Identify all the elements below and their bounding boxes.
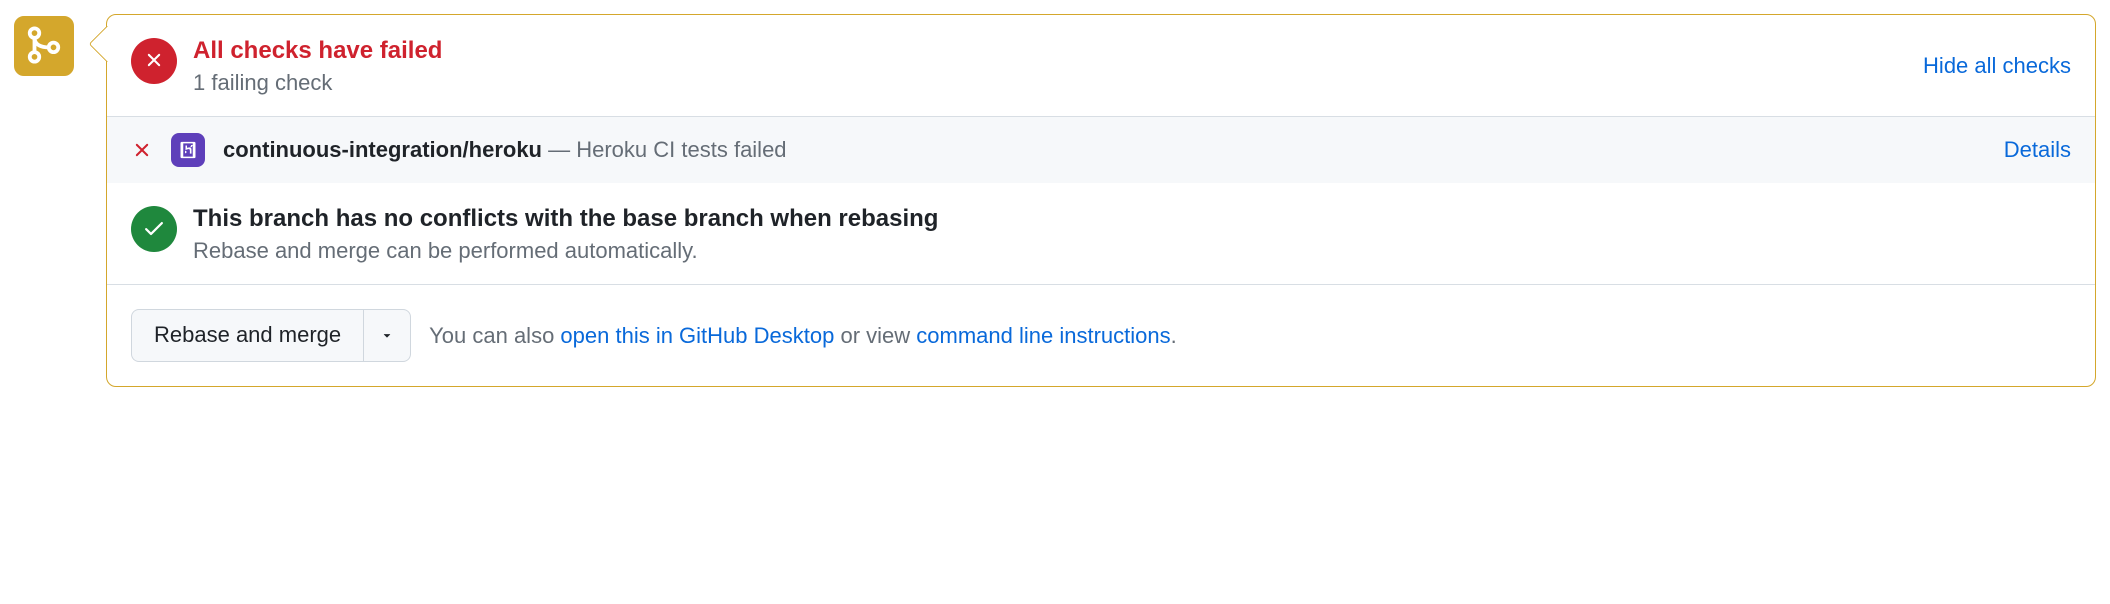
merge-help-text: You can also open this in GitHub Desktop… bbox=[429, 323, 1177, 349]
status-fail-badge bbox=[131, 38, 177, 84]
checks-summary-section: All checks have failed 1 failing check H… bbox=[107, 15, 2095, 116]
conflicts-section: This branch has no conflicts with the ba… bbox=[107, 183, 2095, 284]
check-details-link[interactable]: Details bbox=[2004, 137, 2071, 163]
merge-action-section: Rebase and merge You can also open this … bbox=[107, 284, 2095, 385]
check-row: continuous-integration/heroku — Heroku C… bbox=[107, 116, 2095, 183]
checks-summary-body: All checks have failed 1 failing check bbox=[193, 35, 1907, 96]
merge-help-suffix: . bbox=[1171, 323, 1177, 348]
rebase-and-merge-button[interactable]: Rebase and merge bbox=[131, 309, 363, 361]
conflicts-subtitle: Rebase and merge can be performed automa… bbox=[193, 238, 2071, 264]
triangle-down-icon bbox=[380, 322, 394, 348]
check-description: Heroku CI tests failed bbox=[576, 137, 786, 162]
check-separator: — bbox=[542, 137, 576, 162]
open-github-desktop-link[interactable]: open this in GitHub Desktop bbox=[560, 323, 834, 348]
merge-status-panel: All checks have failed 1 failing check H… bbox=[106, 14, 2096, 387]
x-icon bbox=[143, 49, 165, 74]
status-success-badge bbox=[131, 206, 177, 252]
merge-method-dropdown-button[interactable] bbox=[363, 309, 411, 361]
checks-summary-subtitle: 1 failing check bbox=[193, 70, 1907, 96]
conflicts-title: This branch has no conflicts with the ba… bbox=[193, 203, 2071, 234]
conflicts-body: This branch has no conflicts with the ba… bbox=[193, 203, 2071, 264]
command-line-instructions-link[interactable]: command line instructions bbox=[916, 323, 1170, 348]
check-text: continuous-integration/heroku — Heroku C… bbox=[223, 137, 1986, 163]
check-icon bbox=[142, 216, 166, 243]
hide-checks-link[interactable]: Hide all checks bbox=[1923, 53, 2071, 78]
checks-summary-title: All checks have failed bbox=[193, 35, 1907, 66]
merge-help-middle: or view bbox=[834, 323, 916, 348]
merge-status-container: All checks have failed 1 failing check H… bbox=[14, 14, 2096, 387]
heroku-icon bbox=[171, 133, 205, 167]
merge-button-group: Rebase and merge bbox=[131, 309, 411, 361]
x-icon bbox=[131, 139, 153, 161]
git-merge-icon bbox=[25, 26, 63, 67]
check-name: continuous-integration/heroku bbox=[223, 137, 542, 162]
timeline-merge-badge bbox=[14, 16, 74, 76]
merge-help-prefix: You can also bbox=[429, 323, 560, 348]
